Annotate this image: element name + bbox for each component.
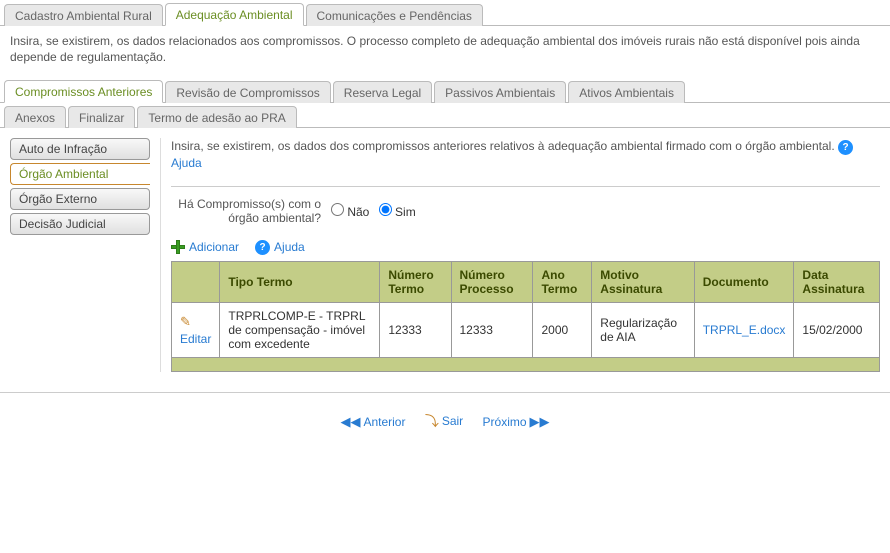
main-tab-bar: Cadastro Ambiental Rural Adequação Ambie… (0, 0, 890, 26)
th-edit (172, 261, 220, 302)
table-footer-row (172, 357, 880, 371)
cell-num-proc: 12333 (451, 302, 533, 357)
down-arrow-icon: ⤵ (425, 411, 439, 431)
th-num-termo: Número Termo (380, 261, 451, 302)
action-row: Adicionar ? Ajuda (171, 240, 880, 255)
add-link[interactable]: Adicionar (189, 240, 239, 254)
cell-tipo: TRPRLCOMP-E - TRPRL de compensação - imó… (220, 302, 380, 357)
tab-adequacao[interactable]: Adequação Ambiental (165, 3, 304, 26)
help-link-2[interactable]: Ajuda (274, 240, 305, 254)
th-num-proc: Número Processo (451, 261, 533, 302)
tab-ativos[interactable]: Ativos Ambientais (568, 81, 685, 103)
side-orgao-externo[interactable]: Órgão Externo (10, 188, 150, 210)
plus-icon[interactable] (171, 240, 185, 254)
cell-edit: ✎ Editar (172, 302, 220, 357)
nav-next-label: Próximo (483, 415, 527, 429)
edit-link[interactable]: Editar (180, 332, 211, 346)
table-footer-cell (172, 357, 880, 371)
sub-tab-bar-2: Anexos Finalizar Termo de adesão ao PRA (0, 103, 890, 128)
question-label: Há Compromisso(s) com o órgão ambiental? (171, 197, 321, 226)
radio-group: Não Sim (331, 203, 422, 219)
content-area: Auto de Infração Órgão Ambiental Órgão E… (0, 128, 890, 392)
help-link[interactable]: Ajuda (171, 156, 202, 170)
tab-reserva-legal[interactable]: Reserva Legal (333, 81, 432, 103)
tab-comunicacoes[interactable]: Comunicações e Pendências (306, 4, 483, 26)
radio-yes-label[interactable]: Sim (379, 205, 416, 219)
tab-finalizar[interactable]: Finalizar (68, 106, 135, 128)
cell-motivo: Regularização de AIA (592, 302, 694, 357)
tab-revisao[interactable]: Revisão de Compromissos (165, 81, 330, 103)
th-data: Data Assinatura (794, 261, 880, 302)
separator (171, 186, 880, 187)
nav-next[interactable]: Próximo ▶▶ (483, 414, 550, 430)
cell-data: 15/02/2000 (794, 302, 880, 357)
nav-prev[interactable]: ◀◀ Anterior (340, 414, 405, 430)
page-description: Insira, se existirem, os dados relaciona… (0, 26, 890, 77)
th-tipo: Tipo Termo (220, 261, 380, 302)
table-header: Tipo Termo Número Termo Número Processo … (172, 261, 880, 302)
side-button-group: Auto de Infração Órgão Ambiental Órgão E… (10, 138, 150, 371)
table-row: ✎ Editar TRPRLCOMP-E - TRPRL de compensa… (172, 302, 880, 357)
double-right-arrow-icon: ▶▶ (530, 414, 550, 430)
sub-tab-bar-1: Compromissos Anteriores Revisão de Compr… (0, 77, 890, 103)
help-icon-2[interactable]: ? (255, 240, 270, 255)
tab-termo-pra[interactable]: Termo de adesão ao PRA (137, 106, 296, 128)
side-decisao-judicial[interactable]: Decisão Judicial (10, 213, 150, 235)
side-auto-infracao[interactable]: Auto de Infração (10, 138, 150, 160)
nav-footer: ◀◀ Anterior ⤵ Sair Próximo ▶▶ (0, 393, 890, 441)
nav-exit-label: Sair (442, 414, 463, 428)
question-row: Há Compromisso(s) com o órgão ambiental?… (171, 197, 880, 226)
pencil-icon[interactable]: ✎ (180, 314, 191, 330)
nav-prev-label: Anterior (363, 415, 405, 429)
cell-doc: TRPRL_E.docx (694, 302, 794, 357)
th-doc: Documento (694, 261, 794, 302)
tab-passivos[interactable]: Passivos Ambientais (434, 81, 566, 103)
doc-link[interactable]: TRPRL_E.docx (703, 323, 786, 337)
th-ano: Ano Termo (533, 261, 592, 302)
tab-anexos[interactable]: Anexos (4, 106, 66, 128)
compromissos-table: Tipo Termo Número Termo Número Processo … (171, 261, 880, 372)
radio-no-label[interactable]: Não (331, 205, 373, 219)
radio-yes[interactable] (379, 203, 392, 216)
nav-exit[interactable]: ⤵ Sair (425, 411, 463, 431)
cell-num-termo: 12333 (380, 302, 451, 357)
radio-yes-text: Sim (395, 205, 416, 219)
radio-no[interactable] (331, 203, 344, 216)
tab-cadastro[interactable]: Cadastro Ambiental Rural (4, 4, 163, 26)
cell-ano: 2000 (533, 302, 592, 357)
radio-no-text: Não (347, 205, 369, 219)
panel-desc-text: Insira, se existirem, os dados dos compr… (171, 139, 835, 153)
panel-description: Insira, se existirem, os dados dos compr… (171, 138, 880, 180)
double-left-arrow-icon: ◀◀ (340, 414, 360, 430)
help-icon[interactable]: ? (838, 140, 853, 155)
main-panel: Insira, se existirem, os dados dos compr… (160, 138, 880, 371)
tab-compromissos-anteriores[interactable]: Compromissos Anteriores (4, 80, 163, 103)
th-motivo: Motivo Assinatura (592, 261, 694, 302)
side-orgao-ambiental[interactable]: Órgão Ambiental (10, 163, 150, 185)
